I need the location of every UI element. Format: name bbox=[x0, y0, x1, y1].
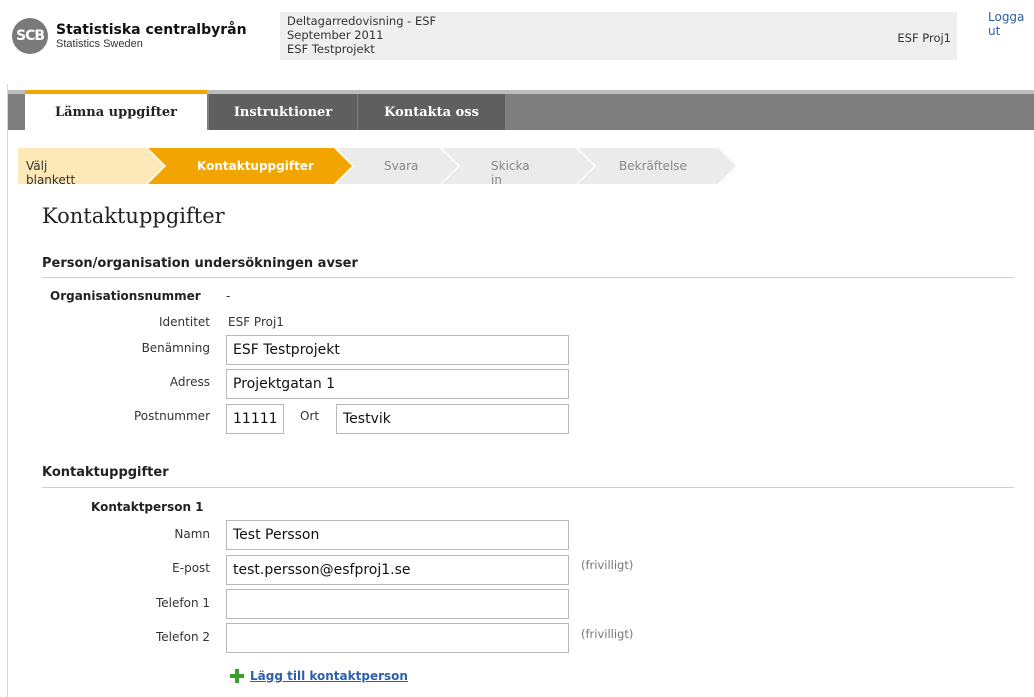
tab-kontakta-oss[interactable]: Kontakta oss bbox=[358, 94, 505, 130]
step-skicka-in: Skicka in bbox=[491, 159, 530, 187]
identitet-label: Identitet bbox=[159, 315, 210, 329]
survey-project: ESF Testprojekt bbox=[287, 42, 375, 56]
step-kontaktuppgifter: Kontaktuppgifter bbox=[197, 159, 314, 173]
identitet-value: ESF Proj1 bbox=[228, 315, 284, 329]
benamning-input[interactable]: ESF Testprojekt bbox=[226, 335, 569, 365]
step-svara: Svara bbox=[384, 159, 419, 173]
logo-name: Statistiska centralbyrån bbox=[56, 22, 247, 38]
adress-input[interactable]: Projektgatan 1 bbox=[226, 369, 569, 399]
ort-input[interactable]: Testvik bbox=[336, 404, 569, 434]
user-identity: ESF Proj1 bbox=[897, 31, 951, 45]
postnummer-label: Postnummer bbox=[133, 409, 210, 423]
main-tabbar: Lämna uppgifter Instruktioner Kontakta o… bbox=[8, 90, 1034, 130]
survey-period: September 2011 bbox=[287, 28, 384, 42]
add-contact-person-label: Lägg till kontaktperson bbox=[250, 669, 408, 683]
scb-logo[interactable]: SCB Statistiska centralbyrån Statistics … bbox=[12, 18, 247, 54]
benamning-label: Benämning bbox=[141, 341, 210, 355]
step-valj-blankett[interactable]: Välj blankett bbox=[26, 159, 75, 187]
scb-logo-mark: SCB bbox=[12, 18, 48, 54]
survey-info: Deltagarredovisning - ESF September 2011… bbox=[287, 14, 436, 56]
adress-label: Adress bbox=[169, 375, 210, 389]
telefon2-label: Telefon 2 bbox=[155, 630, 210, 644]
namn-label: Namn bbox=[174, 527, 210, 541]
telefon1-input[interactable] bbox=[226, 589, 569, 619]
epost-optional-hint: (frivilligt) bbox=[581, 558, 634, 572]
section-divider bbox=[42, 277, 1014, 278]
epost-label: E-post bbox=[172, 561, 210, 575]
survey-name: Deltagarredovisning - ESF bbox=[287, 14, 437, 28]
orgnr-value: - bbox=[226, 289, 231, 303]
epost-input[interactable]: test.persson@esfproj1.se bbox=[226, 555, 569, 585]
org-section-heading: Person/organisation undersökningen avser bbox=[42, 256, 358, 271]
step-bekraftelse: Bekräftelse bbox=[619, 159, 687, 173]
logout-link[interactable]: Logga ut bbox=[988, 10, 1034, 38]
survey-info-box: Deltagarredovisning - ESF September 2011… bbox=[280, 12, 957, 60]
contact-person-label: Kontaktperson 1 bbox=[91, 500, 204, 514]
plus-icon bbox=[230, 669, 244, 683]
page-title: Kontaktuppgifter bbox=[42, 204, 225, 228]
tab-instruktioner[interactable]: Instruktioner bbox=[209, 94, 357, 130]
telefon2-input[interactable] bbox=[226, 623, 569, 653]
contact-section-heading: Kontaktuppgifter bbox=[42, 465, 169, 480]
telefon1-label: Telefon 1 bbox=[155, 596, 210, 610]
section-divider bbox=[42, 487, 1014, 488]
namn-input[interactable]: Test Persson bbox=[226, 520, 569, 550]
left-border bbox=[7, 84, 8, 697]
tab-lamna-uppgifter[interactable]: Lämna uppgifter bbox=[25, 90, 207, 130]
logo-subtitle: Statistics Sweden bbox=[56, 38, 143, 50]
orgnr-label: Organisationsnummer bbox=[50, 289, 201, 303]
logo-text: Statistiska centralbyrån Statistics Swed… bbox=[56, 22, 247, 50]
telefon2-optional-hint: (frivilligt) bbox=[581, 627, 634, 641]
add-contact-person-link[interactable]: Lägg till kontaktperson bbox=[230, 669, 408, 683]
ort-label: Ort bbox=[300, 409, 320, 423]
postnummer-input[interactable]: 11111 bbox=[226, 404, 284, 434]
